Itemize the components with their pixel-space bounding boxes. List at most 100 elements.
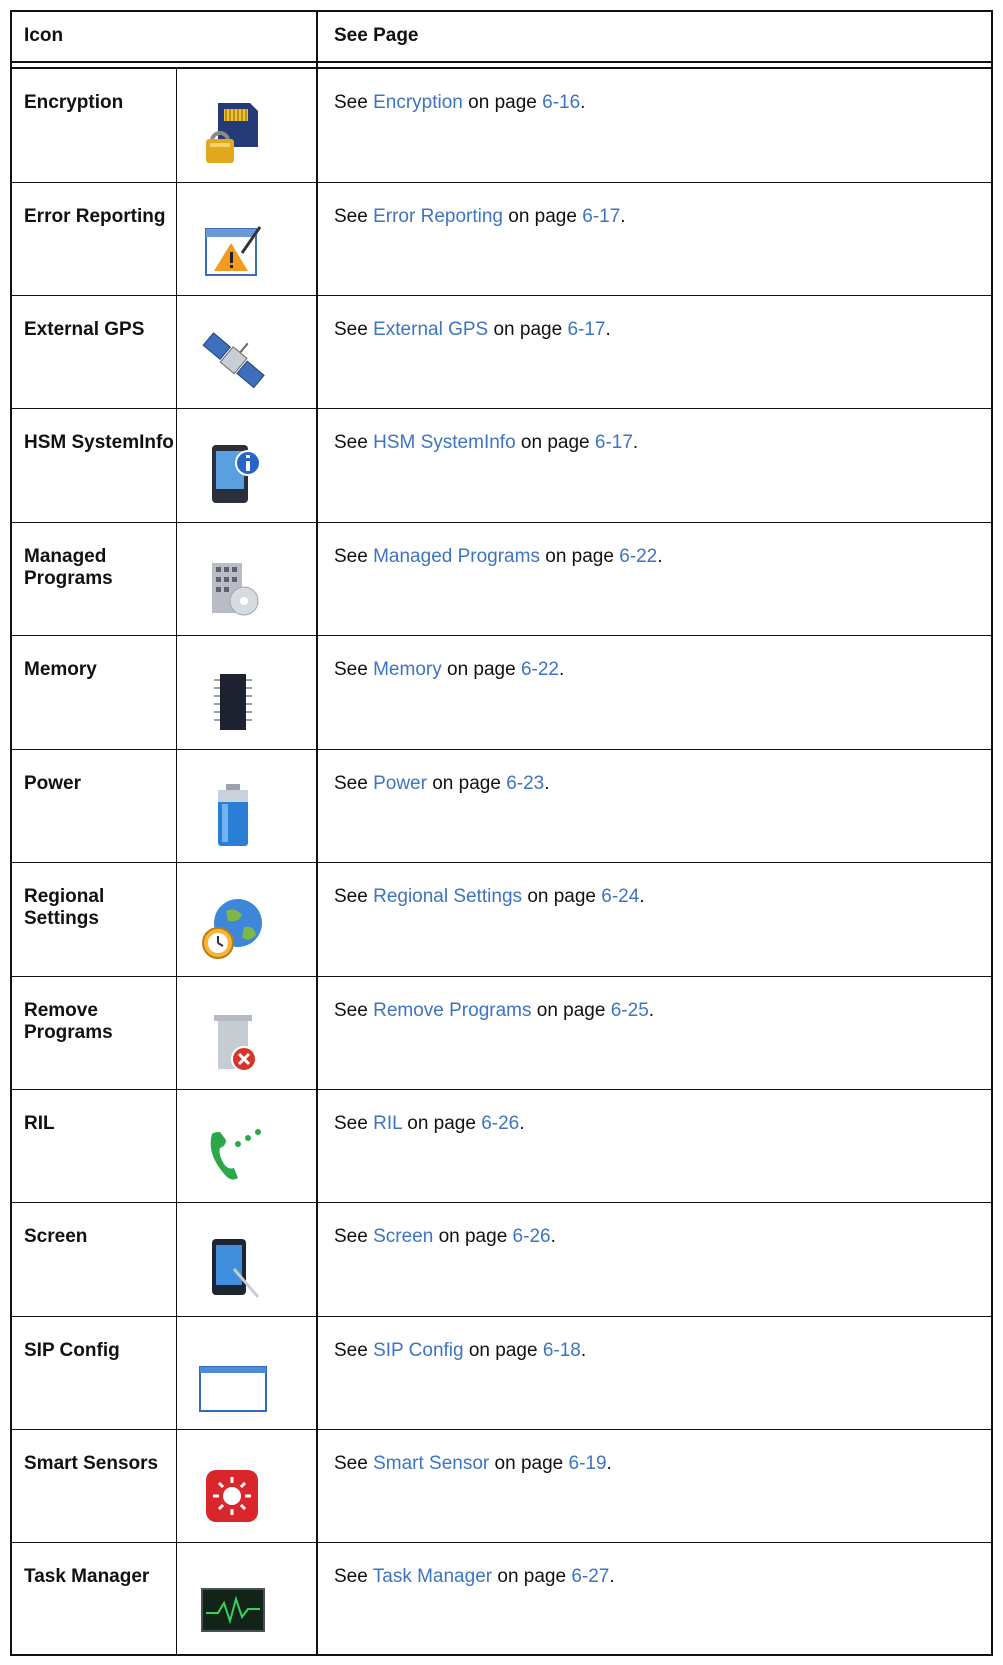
section-link[interactable]: Memory [373,659,442,680]
page-link[interactable]: 6-22 [521,659,559,680]
on-page-text: on page [468,92,537,113]
row-name: SIP Config [24,1340,120,1361]
section-link[interactable]: Remove Programs [373,1000,531,1021]
sd-card-lock-icon [198,99,278,169]
section-link[interactable]: SIP Config [373,1340,463,1361]
see-text: See [334,546,368,567]
header-icon: Icon [24,25,64,46]
task-monitor-icon [198,1573,278,1643]
row-name: Regional Settings [24,886,105,929]
phone-signal-icon [198,1120,278,1190]
row-reference: See Remove Programs on page 6-25. [334,1000,654,1022]
screen-stylus-icon [198,1233,278,1303]
period: . [620,206,626,227]
see-text: See [334,659,368,680]
row-reference: See Smart Sensor on page 6-19. [334,1453,612,1475]
row-reference: See SIP Config on page 6-18. [334,1340,586,1362]
row-reference: See Regional Settings on page 6-24. [334,886,645,908]
on-page-text: on page [508,206,577,227]
row-reference: See Managed Programs on page 6-22. [334,546,663,568]
page-link[interactable]: 6-17 [567,319,605,340]
row-name: Managed Programs [24,546,113,589]
building-disc-icon [198,553,278,623]
row-name: Error Reporting [24,206,166,227]
row-name: Encryption [24,92,124,113]
on-page-text: on page [527,886,596,907]
on-page-text: on page [438,1226,508,1247]
section-link[interactable]: Task Manager [373,1566,492,1587]
see-text: See [334,1226,368,1247]
row-name: Remove Programs [24,1000,113,1043]
table-row: Managed Programs See Managed Programs on… [12,523,991,636]
table-row: Smart Sensors See Smart Sensor on page 6… [12,1430,991,1543]
page-link[interactable]: 6-17 [595,432,633,453]
page-link[interactable]: 6-17 [582,206,620,227]
on-page-text: on page [432,773,501,794]
row-reference: See External GPS on page 6-17. [334,319,611,341]
section-link[interactable]: Power [373,773,427,794]
section-link[interactable]: External GPS [373,319,488,340]
period: . [632,432,639,453]
page-link[interactable]: 6-22 [619,546,657,567]
memory-chip-icon [198,666,278,736]
see-text: See [334,1453,368,1474]
section-link[interactable]: Encryption [373,92,463,113]
page-link[interactable]: 6-23 [506,773,544,794]
row-reference: See HSM SystemInfo on page 6-17. [334,432,638,454]
see-text: See [334,92,368,113]
see-text: See [334,206,368,227]
on-page-text: on page [536,1000,606,1021]
period: . [544,773,550,794]
page-link[interactable]: 6-16 [542,92,580,113]
table-row: Remove Programs See Remove Programs on p… [12,977,991,1090]
on-page-text: on page [468,1340,538,1361]
section-link[interactable]: Smart Sensor [373,1453,489,1474]
period: . [639,886,645,907]
row-name: Smart Sensors [24,1453,159,1474]
error-report-icon [198,213,278,283]
device-info-icon [198,439,278,509]
see-text: See [334,319,368,340]
page-link[interactable]: 6-18 [543,1340,581,1361]
section-link[interactable]: Regional Settings [373,886,522,907]
row-name: Memory [24,659,97,680]
header-see-page: See Page [334,25,419,46]
row-reference: See RIL on page 6-26. [334,1113,525,1135]
period: . [580,1340,587,1361]
table-row: Encryption See Encryption on page 6-16. [12,69,991,183]
period: . [657,546,663,567]
on-page-text: on page [493,319,563,340]
satellite-icon [198,326,278,396]
page-link[interactable]: 6-25 [611,1000,649,1021]
see-text: See [334,432,368,453]
row-name: Screen [24,1226,88,1247]
see-text: See [334,886,368,907]
table-header: Icon See Page [12,12,991,63]
battery-icon [198,780,278,850]
row-name: External GPS [24,319,145,340]
table-row: Error Reporting See Error Reporting on p… [12,183,991,296]
row-reference: See Screen on page 6-26. [334,1226,556,1248]
page-link[interactable]: 6-26 [481,1113,519,1134]
table-row: Memory See Memory on page 6-22. [12,636,991,750]
period: . [580,92,586,113]
table-row: Regional Settings See Regional Settings … [12,863,991,977]
page-link[interactable]: 6-26 [513,1226,551,1247]
page-link[interactable]: 6-27 [571,1566,609,1587]
section-link[interactable]: Error Reporting [373,206,503,227]
page-link[interactable]: 6-24 [601,886,639,907]
period: . [550,1226,556,1247]
section-link[interactable]: RIL [373,1113,402,1134]
row-reference: See Memory on page 6-22. [334,659,564,681]
smart-sensor-icon [198,1460,278,1530]
section-link[interactable]: Managed Programs [373,546,540,567]
section-link[interactable]: Screen [373,1226,433,1247]
row-reference: See Encryption on page 6-16. [334,92,585,114]
on-page-text: on page [545,546,614,567]
period: . [605,319,611,340]
table-row: Power See Power on page 6-23. [12,750,991,863]
period: . [609,1566,615,1587]
page-link[interactable]: 6-19 [569,1453,607,1474]
period: . [648,1000,655,1021]
section-link[interactable]: HSM SystemInfo [373,432,516,453]
